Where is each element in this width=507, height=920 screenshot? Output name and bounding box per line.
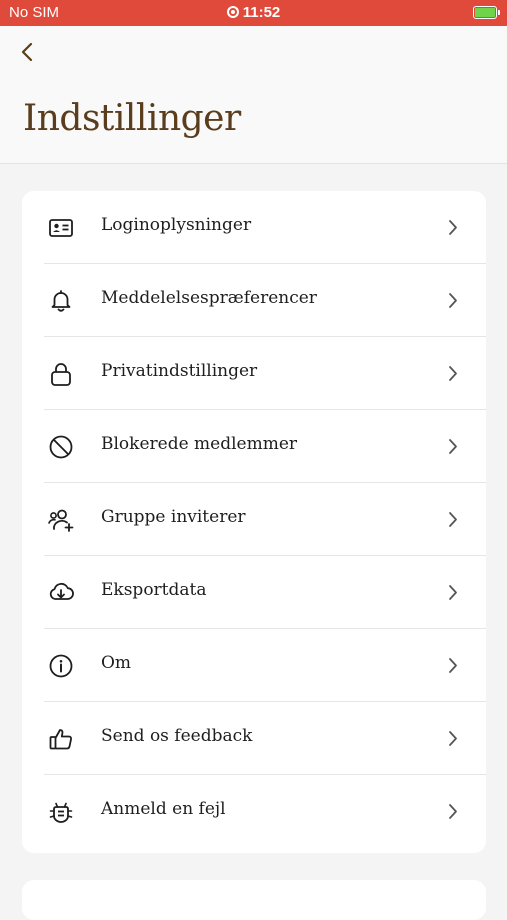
bug-icon (49, 802, 73, 823)
chevron-left-icon (21, 42, 33, 62)
settings-item-privacy[interactable]: Privatindstillinger (22, 337, 486, 410)
info-icon (49, 654, 73, 678)
chevron-right-icon (449, 804, 457, 819)
block-icon (49, 435, 73, 459)
settings-item-blocked[interactable]: Blokerede medlemmer (22, 410, 486, 483)
settings-item-feedback[interactable]: Send os feedback (22, 702, 486, 775)
thumbs-up-icon (49, 729, 72, 750)
settings-item-group-invites[interactable]: Gruppe inviterer (22, 483, 486, 556)
settings-item-label: Privatindstillinger (101, 361, 258, 381)
chevron-right-icon (449, 658, 457, 673)
user-plus-icon (48, 509, 74, 532)
settings-item-label: Meddelelsespræferencer (101, 288, 317, 308)
settings-item-label: Blokerede medlemmer (101, 434, 298, 454)
settings-item-label: Anmeld en fejl (101, 799, 226, 819)
record-icon (226, 6, 239, 18)
settings-item-report-bug[interactable]: Anmeld en fejl (22, 775, 486, 848)
settings-item-label: Gruppe inviterer (101, 507, 246, 527)
chevron-right-icon (449, 731, 457, 746)
status-bar: No SIM 11:52 (0, 0, 507, 26)
back-button[interactable] (12, 36, 42, 68)
status-time: 11:52 (242, 4, 281, 21)
bell-icon (51, 290, 71, 312)
settings-item-label: Eksportdata (101, 580, 207, 600)
settings-item-login[interactable]: Loginoplysninger (22, 191, 486, 264)
settings-item-label: Om (101, 653, 132, 673)
cloud-download-icon (49, 582, 74, 600)
settings-item-label: Send os feedback (101, 726, 253, 746)
chevron-right-icon (449, 220, 457, 235)
header: Indstillinger (0, 26, 507, 164)
settings-item-export[interactable]: Eksportdata (22, 556, 486, 629)
chevron-right-icon (449, 439, 457, 454)
chevron-right-icon (449, 512, 457, 527)
secondary-settings-card (22, 880, 486, 920)
status-time-group: 11:52 (0, 4, 507, 21)
lock-icon (51, 363, 71, 386)
page-title: Indstillinger (23, 98, 241, 139)
chevron-right-icon (449, 293, 457, 308)
chevron-right-icon (449, 585, 457, 600)
settings-list: Loginoplysninger Meddelelsespræferencer … (22, 191, 486, 853)
id-card-icon (49, 219, 73, 237)
battery-charging-icon (473, 6, 500, 19)
chevron-right-icon (449, 366, 457, 381)
settings-item-label: Loginoplysninger (101, 215, 252, 235)
settings-item-about[interactable]: Om (22, 629, 486, 702)
settings-item-notifications[interactable]: Meddelelsespræferencer (22, 264, 486, 337)
